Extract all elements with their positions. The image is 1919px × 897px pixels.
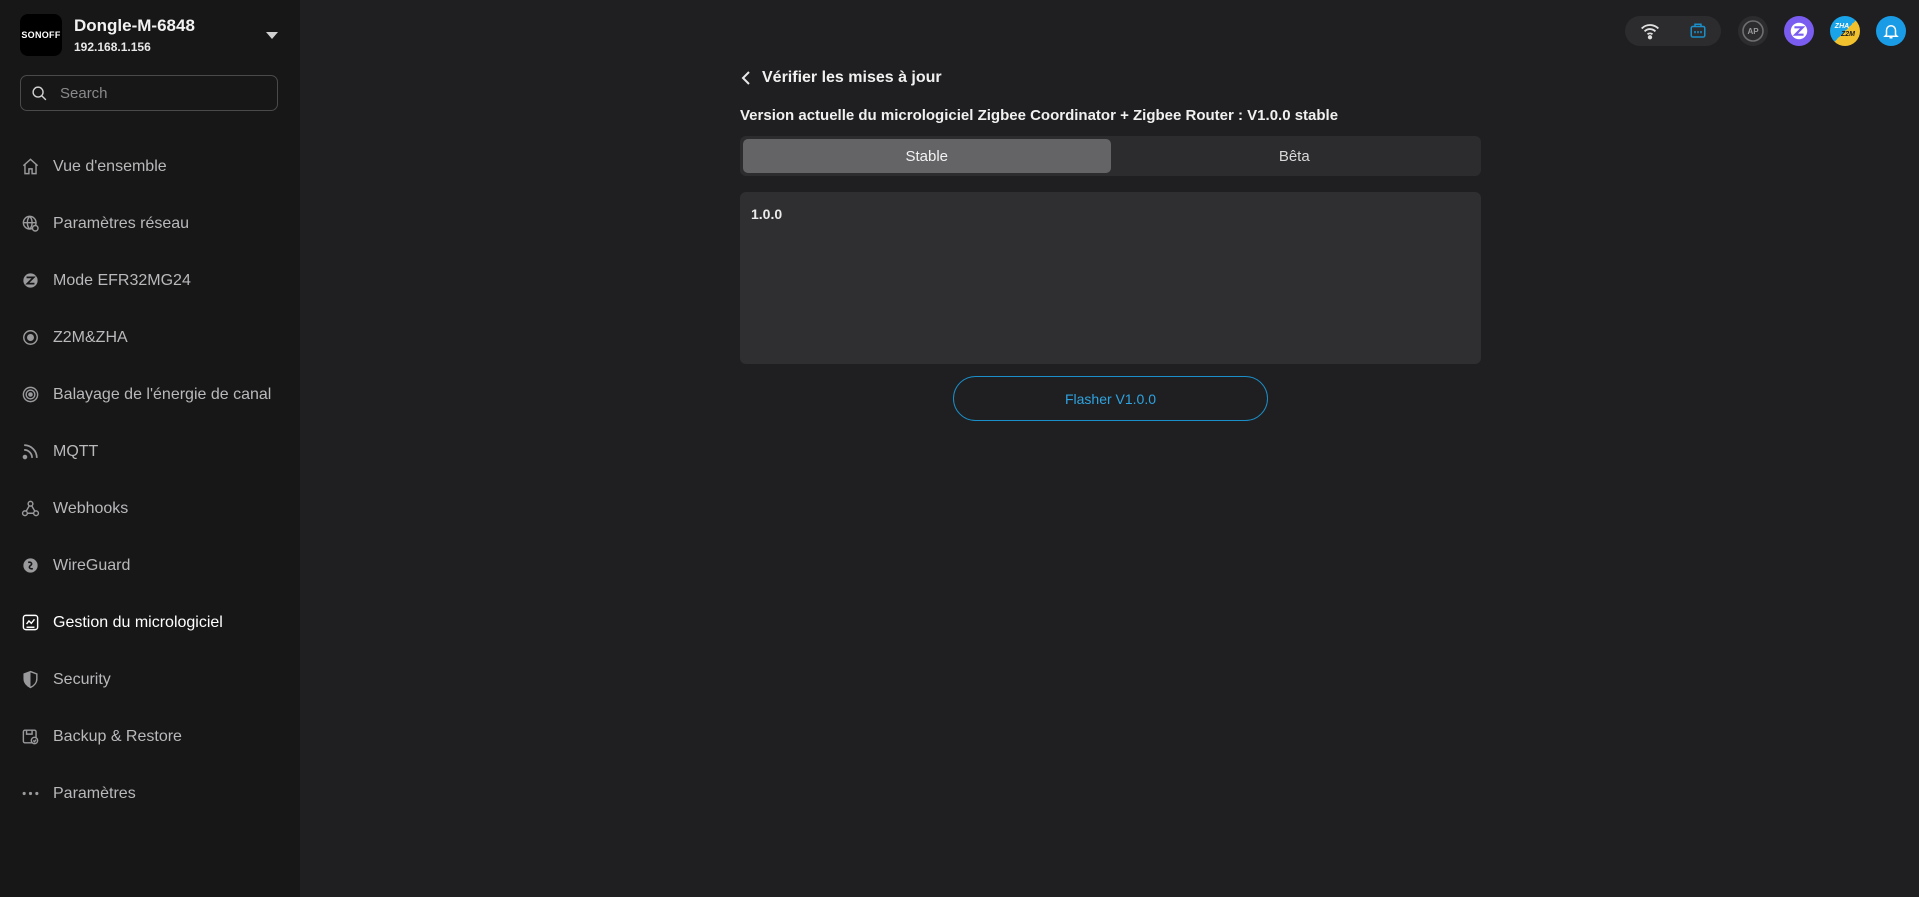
more-dots-icon (20, 784, 40, 804)
backup-icon (20, 727, 40, 747)
release-notes: 1.0.0 (740, 192, 1481, 364)
sidebar-item-label: Paramètres réseau (53, 214, 190, 232)
sidebar-item-label: WireGuard (53, 556, 131, 574)
zigbee-icon (1790, 22, 1808, 40)
ethernet-icon[interactable] (1689, 22, 1707, 40)
channel-tabs: Stable Bêta (740, 136, 1481, 176)
tab-stable[interactable]: Stable (743, 139, 1111, 173)
sidebar-item-webhooks[interactable]: Webhooks (0, 480, 300, 537)
sidebar-item-firmware-management[interactable]: Gestion du micrologiciel (0, 594, 300, 651)
sidebar-nav: Vue d'ensemble Paramètres réseau Mode EF… (0, 138, 300, 822)
ap-label: AP (1747, 26, 1759, 36)
sidebar: SONOFF Dongle-M-6848 192.168.1.156 Vue d… (0, 0, 300, 897)
sidebar-item-label: Backup & Restore (53, 727, 182, 745)
search-box[interactable] (20, 75, 278, 111)
sidebar-item-channel-energy-scan[interactable]: Balayage de l'énergie de canal (0, 366, 300, 423)
chevron-left-icon (741, 71, 750, 85)
wireguard-icon (20, 556, 40, 576)
bell-icon (1883, 25, 1899, 39)
wifi-icon[interactable] (1640, 22, 1660, 40)
sidebar-item-wireguard[interactable]: WireGuard (0, 537, 300, 594)
zigbee-status-button[interactable] (1784, 16, 1814, 46)
chevron-down-icon[interactable] (266, 31, 278, 39)
sidebar-item-label: Security (53, 670, 111, 688)
sidebar-item-settings[interactable]: Paramètres (0, 765, 300, 822)
sidebar-item-label: Balayage de l'énergie de canal (53, 385, 272, 403)
radar-icon (20, 385, 40, 405)
sidebar-item-network-settings[interactable]: Paramètres réseau (0, 195, 300, 252)
sidebar-item-backup-restore[interactable]: Backup & Restore (0, 708, 300, 765)
device-selector[interactable]: SONOFF Dongle-M-6848 192.168.1.156 (20, 14, 282, 56)
page-title: Vérifier les mises à jour (762, 69, 942, 86)
zha-z2m-status-button[interactable]: ZHA Z2M (1830, 16, 1860, 46)
device-name: Dongle-M-6848 (74, 16, 195, 35)
sidebar-item-label: Vue d'ensemble (53, 157, 167, 175)
sidebar-item-label: MQTT (53, 442, 99, 460)
current-firmware-version: Version actuelle du micrologiciel Zigbee… (740, 107, 1339, 124)
ap-mode-indicator[interactable]: AP (1738, 16, 1768, 46)
sidebar-item-label: Gestion du micrologiciel (53, 613, 223, 631)
tab-beta[interactable]: Bêta (1111, 139, 1479, 173)
sidebar-item-security[interactable]: Security (0, 651, 300, 708)
device-ip: 192.168.1.156 (74, 40, 151, 54)
sidebar-item-overview[interactable]: Vue d'ensemble (0, 138, 300, 195)
search-input[interactable] (58, 83, 262, 103)
sonoff-logo: SONOFF (20, 14, 62, 56)
sidebar-item-efr32mg24-mode[interactable]: Mode EFR32MG24 (0, 252, 300, 309)
target-icon (20, 328, 40, 348)
sidebar-item-label: Webhooks (53, 499, 129, 517)
sidebar-item-mqtt[interactable]: MQTT (0, 423, 300, 480)
shield-icon (20, 670, 40, 690)
firmware-icon (20, 613, 40, 633)
webhook-icon (20, 499, 40, 519)
device-info: Dongle-M-6848 192.168.1.156 (74, 16, 266, 54)
zha-label: ZHA (1834, 23, 1850, 30)
connection-status-pill (1625, 16, 1721, 46)
globe-gear-icon (20, 214, 40, 234)
sidebar-item-label: Paramètres (53, 784, 136, 802)
zigbee-icon (20, 271, 40, 291)
search-icon (32, 85, 47, 100)
sidebar-item-label: Mode EFR32MG24 (53, 271, 191, 289)
flash-firmware-button[interactable]: Flasher V1.0.0 (953, 376, 1268, 421)
notifications-button[interactable] (1876, 16, 1906, 46)
sidebar-item-label: Z2M&ZHA (53, 328, 128, 346)
sidebar-item-z2m-zha[interactable]: Z2M&ZHA (0, 309, 300, 366)
home-icon (20, 157, 40, 177)
z2m-label: Z2M (1841, 31, 1855, 38)
rss-icon (20, 442, 40, 462)
back-button[interactable]: Vérifier les mises à jour (740, 69, 942, 87)
